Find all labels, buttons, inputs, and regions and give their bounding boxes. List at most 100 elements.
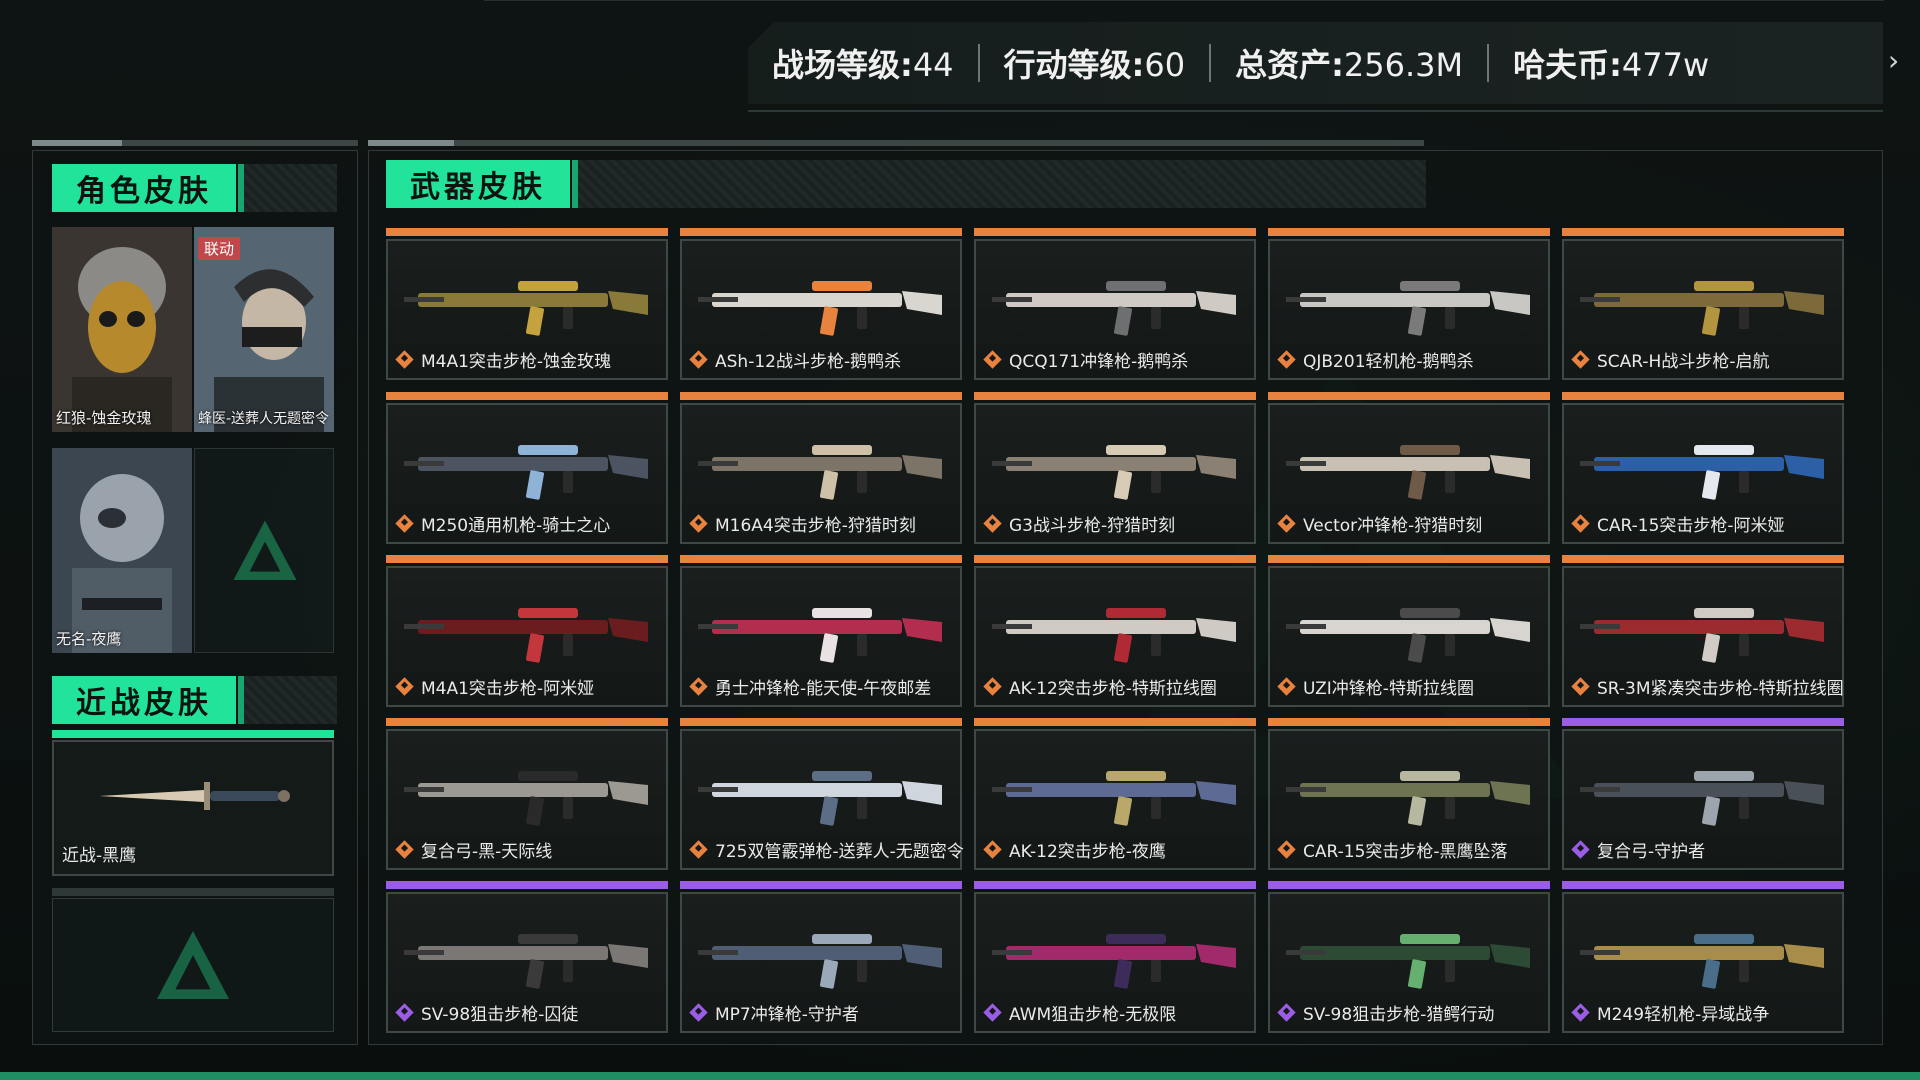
weapon-skin-card[interactable]: QCQ171冲锋枪-鹅鸭杀	[974, 228, 1256, 380]
weapon-card-frame: SV-98狙击步枪-囚徒	[386, 892, 668, 1033]
weapon-skin-label: SV-98狙击步枪-猎鳄行动	[1303, 1005, 1495, 1025]
weapon-icon	[1286, 281, 1530, 336]
weapon-skin-name: CAR-15突击步枪-阿米娅	[1570, 511, 1785, 536]
weapon-skin-card[interactable]: QJB201轻机枪-鹅鸭杀	[1268, 228, 1550, 380]
weapon-skin-name: 勇士冲锋枪-能天使-午夜邮差	[688, 674, 931, 699]
weapon-skin-card[interactable]: M250通用机枪-骑士之心	[386, 392, 668, 544]
weapon-skin-label: M250通用机枪-骑士之心	[421, 516, 611, 536]
weapon-card-frame: Vector冲锋枪-狩猎时刻	[1268, 403, 1550, 544]
weapon-skin-card[interactable]: SV-98狙击步枪-囚徒	[386, 881, 668, 1033]
rarity-bar	[680, 881, 962, 889]
rarity-bar	[1268, 228, 1550, 236]
weapon-icon	[698, 281, 942, 336]
weapon-icon	[1580, 445, 1824, 500]
weapon-icon	[404, 608, 648, 663]
weapon-card-frame: SR-3M紧凑突击步枪-特斯拉线圈	[1562, 566, 1844, 707]
weapon-skin-card[interactable]: 勇士冲锋枪-能天使-午夜邮差	[680, 555, 962, 707]
character-card[interactable]: 无名-夜鹰	[52, 448, 192, 653]
top-divider	[484, 0, 1884, 1]
weapon-skin-card[interactable]: SR-3M紧凑突击步枪-特斯拉线圈	[1562, 555, 1844, 707]
weapon-skin-label: QJB201轻机枪-鹅鸭杀	[1303, 352, 1474, 372]
weapon-skin-card[interactable]: G3战斗步枪-狩猎时刻	[974, 392, 1256, 544]
weapon-icon	[1286, 608, 1530, 663]
weapon-skin-card[interactable]: M249轻机枪-异域战争	[1562, 881, 1844, 1033]
haf-coins-label: 哈夫币:	[1513, 46, 1622, 84]
character-name: 红狼-蚀金玫瑰	[56, 409, 152, 427]
rarity-bar	[1268, 555, 1550, 563]
weapon-skin-card[interactable]: M4A1突击步枪-蚀金玫瑰	[386, 228, 668, 380]
weapon-skin-label: 复合弓-黑-天际线	[421, 842, 553, 862]
weapon-icon	[992, 771, 1236, 826]
character-card[interactable]: 红狼-蚀金玫瑰	[52, 227, 192, 432]
weapon-skin-card[interactable]: AWM狙击步枪-无极限	[974, 881, 1256, 1033]
weapon-skin-card[interactable]: SV-98狙击步枪-猎鳄行动	[1268, 881, 1550, 1033]
weapon-skin-name: AWM狙击步枪-无极限	[982, 1000, 1176, 1025]
weapon-skin-card[interactable]: MP7冲锋枪-守护者	[680, 881, 962, 1033]
weapon-skin-card[interactable]: M4A1突击步枪-阿米娅	[386, 555, 668, 707]
weapon-skin-name: M250通用机枪-骑士之心	[394, 511, 610, 536]
weapon-icon	[404, 934, 648, 989]
weapon-skin-name: SCAR-H战斗步枪-启航	[1570, 347, 1769, 372]
weapon-skin-card[interactable]: AK-12突击步枪-夜鹰	[974, 718, 1256, 870]
weapon-skin-label: UZI冲锋枪-特斯拉线圈	[1303, 679, 1474, 699]
weapon-card-frame: AWM狙击步枪-无极限	[974, 892, 1256, 1033]
weapon-skin-card[interactable]: ASh-12战斗步枪-鹅鸭杀	[680, 228, 962, 380]
character-card[interactable]: 联动 蜂医-送葬人无题密令	[194, 227, 334, 432]
rarity-bar	[1268, 881, 1550, 889]
weapon-skin-name: MP7冲锋枪-守护者	[688, 1000, 859, 1025]
weapon-card-frame: UZI冲锋枪-特斯拉线圈	[1268, 566, 1550, 707]
weapon-skin-card[interactable]: CAR-15突击步枪-阿米娅	[1562, 392, 1844, 544]
weapon-card-frame: M16A4突击步枪-狩猎时刻	[680, 403, 962, 544]
weapon-skin-card[interactable]: Vector冲锋枪-狩猎时刻	[1268, 392, 1550, 544]
weapon-skin-name: UZI冲锋枪-特斯拉线圈	[1276, 674, 1474, 699]
weapon-skin-name: 复合弓-守护者	[1570, 837, 1705, 862]
rarity-diamond-icon	[395, 514, 414, 533]
next-arrow-icon[interactable]: ›	[1888, 44, 1899, 77]
left-panel-topline	[32, 140, 358, 146]
melee-skin-label: 近战-黑鹰	[62, 846, 137, 866]
weapon-card-frame: CAR-15突击步枪-黑鹰坠落	[1268, 729, 1550, 870]
weapon-skin-name: QCQ171冲锋枪-鹅鸭杀	[982, 347, 1188, 372]
weapon-icon	[698, 445, 942, 500]
weapon-skin-card[interactable]: 复合弓-黑-天际线	[386, 718, 668, 870]
weapon-skin-card[interactable]: UZI冲锋枪-特斯拉线圈	[1268, 555, 1550, 707]
rarity-diamond-icon	[983, 514, 1002, 533]
empty-melee-slot[interactable]	[52, 898, 334, 1032]
empty-character-slot[interactable]	[194, 448, 334, 653]
rarity-bar	[1268, 392, 1550, 400]
weapon-card-frame: QCQ171冲锋枪-鹅鸭杀	[974, 239, 1256, 380]
rarity-diamond-icon	[395, 1003, 414, 1022]
weapon-skin-label: 复合弓-守护者	[1597, 842, 1706, 862]
weapon-card-frame: CAR-15突击步枪-阿米娅	[1562, 403, 1844, 544]
weapon-card-frame: QJB201轻机枪-鹅鸭杀	[1268, 239, 1550, 380]
weapon-icon	[404, 771, 648, 826]
weapon-card-frame: 复合弓-黑-天际线	[386, 729, 668, 870]
weapon-skin-name: Vector冲锋枪-狩猎时刻	[1276, 511, 1482, 536]
weapon-skin-card[interactable]: CAR-15突击步枪-黑鹰坠落	[1268, 718, 1550, 870]
rarity-diamond-icon	[689, 514, 708, 533]
weapon-icon	[1286, 934, 1530, 989]
weapon-skin-name: ASh-12战斗步枪-鹅鸭杀	[688, 347, 901, 372]
weapon-skin-label: SR-3M紧凑突击步枪-特斯拉线圈	[1597, 679, 1844, 699]
rarity-bar	[1562, 881, 1844, 889]
weapon-skin-name: SV-98狙击步枪-囚徒	[394, 1000, 578, 1025]
rarity-diamond-icon	[1571, 677, 1590, 696]
rarity-bar	[386, 718, 668, 726]
weapon-skin-card[interactable]: 725双管霰弹枪-送葬人-无题密令	[680, 718, 964, 870]
weapon-card-frame: SV-98狙击步枪-猎鳄行动	[1268, 892, 1550, 1033]
melee-skin-card[interactable]: 近战-黑鹰	[52, 740, 334, 876]
weapon-skin-card[interactable]: AK-12突击步枪-特斯拉线圈	[974, 555, 1256, 707]
weapon-skin-card[interactable]: 复合弓-守护者	[1562, 718, 1844, 870]
weapon-skin-card[interactable]: SCAR-H战斗步枪-启航	[1562, 228, 1844, 380]
rarity-diamond-icon	[395, 840, 414, 859]
weapon-skin-label: AK-12突击步枪-夜鹰	[1009, 842, 1166, 862]
knife-icon	[99, 782, 290, 810]
rarity-diamond-icon	[395, 677, 414, 696]
character-name: 无名-夜鹰	[56, 630, 122, 648]
character-portrait-icon	[52, 448, 192, 653]
rarity-bar	[680, 555, 962, 563]
weapon-skin-label: M16A4突击步枪-狩猎时刻	[715, 516, 916, 536]
rarity-diamond-icon	[1277, 514, 1296, 533]
player-stats-bar: 战场等级: 44 行动等级: 60 总资产: 256.3M 哈夫币: 477w	[748, 22, 1883, 104]
weapon-skin-card[interactable]: M16A4突击步枪-狩猎时刻	[680, 392, 962, 544]
